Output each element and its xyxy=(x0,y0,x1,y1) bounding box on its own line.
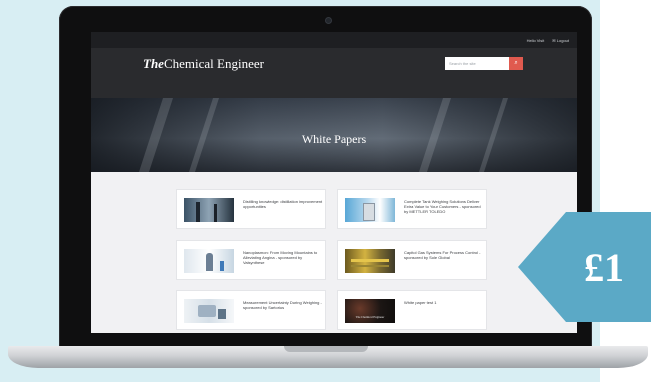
card-thumbnail xyxy=(184,198,234,222)
thumbnail-caption: The Chemical Engineer xyxy=(355,315,385,319)
page-title: White Papers xyxy=(301,132,367,146)
card-thumbnail xyxy=(345,249,395,273)
site-header: TheChemical Engineer Search the site ⌕ H… xyxy=(91,48,577,105)
card-title: Capitol Gas Systems For Process Control … xyxy=(404,250,481,260)
search-icon: ⌕ xyxy=(514,60,518,66)
card-title: Measurement Uncertainty During Weighing … xyxy=(243,300,322,310)
card-title: Distilling knowledge: distillation impro… xyxy=(243,199,323,209)
logout-label: Logout xyxy=(556,37,569,43)
laptop-notch xyxy=(284,346,368,352)
white-paper-card[interactable]: The Chemical Engineer White paper test 1 xyxy=(337,290,487,330)
logo-the: The xyxy=(143,56,164,71)
white-paper-card[interactable]: Complete Tank Weighing Solutions Deliver… xyxy=(337,189,487,229)
white-paper-card[interactable]: Capitol Gas Systems For Process Control … xyxy=(337,240,487,280)
white-paper-card[interactable]: Distilling knowledge: distillation impro… xyxy=(176,189,326,229)
logout-link[interactable]: ✉ Logout xyxy=(552,38,569,43)
laptop-screen: Hello Visit ✉ Logout TheChemical Enginee… xyxy=(91,32,577,333)
card-thumbnail: The Chemical Engineer xyxy=(345,299,395,323)
card-title: Complete Tank Weighing Solutions Deliver… xyxy=(404,199,481,214)
card-title: Nanoplasmon: From Moving Mountains to Al… xyxy=(243,250,318,265)
white-paper-card[interactable]: Nanoplasmon: From Moving Mountains to Al… xyxy=(176,240,326,280)
hello-link[interactable]: Hello Visit xyxy=(527,38,545,43)
search-button[interactable]: ⌕ xyxy=(509,57,523,70)
site-logo[interactable]: TheChemical Engineer xyxy=(143,56,264,72)
search-input[interactable]: Search the site xyxy=(445,57,509,70)
logout-icon: ✉ xyxy=(552,37,556,43)
logo-name: Chemical Engineer xyxy=(163,56,264,71)
hero-banner: White Papers xyxy=(91,98,577,172)
white-papers-grid: Distilling knowledge: distillation impro… xyxy=(91,172,577,333)
card-title: White paper test 1 xyxy=(404,300,437,305)
marketing-image: Hello Visit ✉ Logout TheChemical Enginee… xyxy=(0,0,651,382)
card-thumbnail xyxy=(184,249,234,273)
utility-bar: Hello Visit ✉ Logout xyxy=(91,32,577,48)
card-thumbnail xyxy=(345,198,395,222)
camera-icon xyxy=(326,18,331,23)
price-label: £1 xyxy=(584,245,624,290)
card-thumbnail xyxy=(184,299,234,323)
white-paper-card[interactable]: Measurement Uncertainty During Weighing … xyxy=(176,290,326,330)
